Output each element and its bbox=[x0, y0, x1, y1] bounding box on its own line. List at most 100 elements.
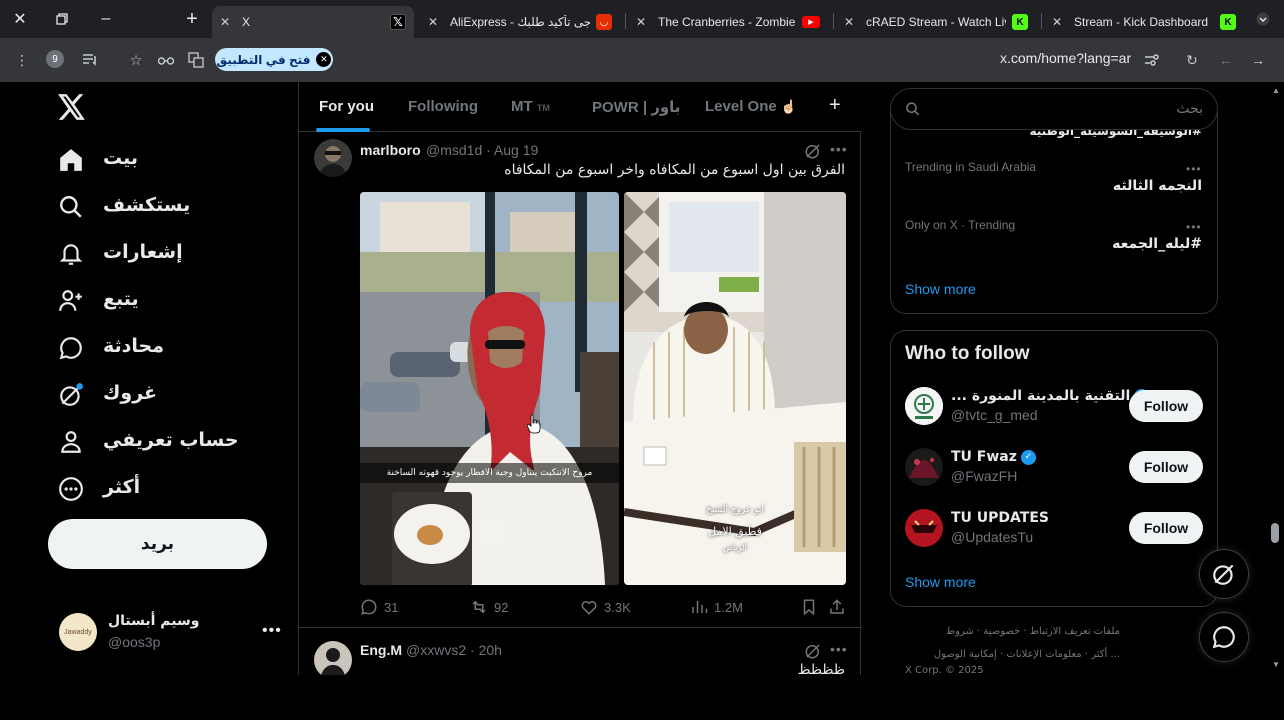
restore-window-icon[interactable] bbox=[42, 0, 82, 38]
more-dots-icon[interactable]: ••• bbox=[262, 622, 282, 640]
sidebar-item-label: محادثة bbox=[103, 335, 164, 357]
tweet-handle: @msd1d bbox=[426, 142, 483, 158]
open-in-app-button[interactable]: فتح في التطبيق ✕ bbox=[215, 48, 333, 71]
repost-button[interactable]: 92 bbox=[470, 598, 508, 616]
sidebar-item-label: حساب تعريفي bbox=[103, 429, 239, 451]
more-dots-icon[interactable]: ••• bbox=[830, 641, 848, 657]
more-dots-icon[interactable]: ••• bbox=[1186, 162, 1202, 176]
url-field[interactable]: x.com/home?lang=ar bbox=[1000, 50, 1131, 66]
tab-for-you[interactable]: For you bbox=[319, 98, 374, 115]
avatar[interactable] bbox=[905, 509, 943, 547]
sidebar-item-label: غروك bbox=[103, 382, 158, 404]
close-tab-icon[interactable]: ✕ bbox=[428, 15, 444, 29]
tweet-image[interactable]: ابو عروج الشيخ فطبق الامل الرياض bbox=[624, 192, 846, 585]
tab-youtube[interactable]: ✕ The Cranberries - Zombie - ▶ bbox=[628, 6, 828, 38]
grok-icon[interactable] bbox=[804, 642, 822, 660]
scroll-down-icon[interactable]: ▼ bbox=[1272, 660, 1280, 669]
bookmark-star-icon[interactable]: ☆ bbox=[124, 48, 148, 72]
account-name-text: TU Fwaz bbox=[951, 449, 1017, 465]
reading-list-icon[interactable] bbox=[78, 48, 102, 72]
share-icon[interactable] bbox=[828, 598, 846, 616]
search-input[interactable] bbox=[930, 101, 1203, 117]
grok-icon[interactable] bbox=[804, 142, 822, 160]
account-name[interactable]: TU Fwaz ✓ bbox=[951, 449, 1036, 465]
avatar[interactable] bbox=[905, 387, 943, 425]
forward-arrow-icon[interactable]: → bbox=[1246, 48, 1270, 72]
tweet-image[interactable]: مروح الانتكيت يتناول وجبة الافطار يوجود … bbox=[360, 192, 619, 585]
tab-mt[interactable]: MT TM bbox=[511, 98, 550, 115]
avatar[interactable] bbox=[314, 641, 352, 679]
scroll-up-icon[interactable]: ▲ bbox=[1272, 86, 1280, 95]
account-name[interactable]: TU UPDATES bbox=[951, 510, 1049, 526]
profile-name: وسيم أبستال bbox=[108, 613, 200, 629]
avatar[interactable] bbox=[905, 448, 943, 486]
close-tab-icon[interactable]: ✕ bbox=[636, 15, 652, 29]
footer-links-row-1[interactable]: ملفات تعريف الارتباط · خصوصية · شروط bbox=[905, 622, 1120, 642]
close-window-icon[interactable]: ✕ bbox=[0, 0, 40, 38]
pointing-up-emoji: ☝🏻 bbox=[780, 99, 798, 114]
translate-icon[interactable] bbox=[184, 48, 208, 72]
tab-kick-dashboard[interactable]: ✕ Stream - Kick Dashboard K bbox=[1044, 6, 1244, 38]
post-button[interactable]: بريد bbox=[48, 519, 267, 569]
chat-icon bbox=[1212, 626, 1235, 649]
bookmark-icon[interactable] bbox=[800, 598, 818, 616]
sidebar-item-label: يتبع bbox=[103, 288, 139, 310]
active-tab-indicator bbox=[316, 128, 370, 132]
show-more-link[interactable]: Show more bbox=[905, 281, 976, 297]
grok-fab-button[interactable] bbox=[1199, 549, 1249, 599]
tab-following[interactable]: Following bbox=[408, 98, 478, 115]
x-home-logo[interactable] bbox=[58, 94, 86, 122]
views-chart-icon bbox=[692, 601, 708, 613]
account-name[interactable]: ... التقنية بالمدينة المنورة✓ bbox=[951, 388, 1150, 404]
footer-links-row-2[interactable]: ... أكثر · معلومات الإعلانات · إمكانية ا… bbox=[905, 645, 1120, 665]
image-caption: ابو عروج الشيخ bbox=[706, 505, 764, 515]
close-tab-icon[interactable]: ✕ bbox=[1052, 15, 1068, 29]
tweet-author-name[interactable]: marlboro bbox=[360, 142, 421, 158]
close-tab-icon[interactable]: ✕ bbox=[220, 15, 236, 29]
search-icon bbox=[906, 102, 920, 116]
tab-level-one[interactable]: Level One ☝🏻 bbox=[705, 98, 797, 115]
scrollbar-thumb[interactable] bbox=[1271, 523, 1279, 543]
tab-powr[interactable]: POWR | باور bbox=[592, 98, 680, 116]
more-dots-icon[interactable]: ••• bbox=[1186, 220, 1202, 234]
reload-icon[interactable]: ↻ bbox=[1180, 48, 1204, 72]
main-feed: For you Following MT TM POWR | باور Leve… bbox=[298, 82, 862, 679]
trend-title[interactable]: #ليله_الجمعه bbox=[1112, 236, 1202, 252]
tab-aliexpress[interactable]: ✕ AliExpress - يرجى تأكيد طلبك ◡ bbox=[420, 6, 620, 38]
follow-button[interactable]: Follow bbox=[1129, 451, 1203, 483]
like-button[interactable]: 3.3K bbox=[580, 598, 631, 616]
tweet-time: 20h bbox=[478, 642, 502, 658]
close-tab-icon[interactable]: ✕ bbox=[844, 15, 860, 29]
tab-label: Level One bbox=[705, 98, 777, 115]
follow-button[interactable]: Follow bbox=[1129, 390, 1203, 422]
heart-icon bbox=[581, 601, 597, 615]
show-more-link[interactable]: Show more bbox=[905, 574, 976, 590]
tab-x[interactable]: ✕ X 𝕏 bbox=[212, 6, 414, 38]
site-settings-icon[interactable] bbox=[1140, 48, 1164, 72]
more-dots-icon[interactable]: ••• bbox=[830, 141, 848, 157]
search-bar[interactable] bbox=[890, 88, 1218, 130]
incognito-icon[interactable] bbox=[154, 48, 178, 72]
trend-title[interactable]: النجمه الثالثه bbox=[1113, 178, 1202, 194]
tab-title: cRAED Stream - Watch Live bbox=[866, 15, 1006, 29]
profile-handle: @oos3p bbox=[108, 634, 161, 650]
avatar[interactable] bbox=[314, 139, 352, 177]
minimize-window-icon[interactable]: – bbox=[86, 0, 126, 38]
messages-fab-button[interactable] bbox=[1199, 612, 1249, 662]
new-tab-icon[interactable]: + bbox=[172, 0, 212, 38]
open-in-app-label: فتح في التطبيق bbox=[216, 52, 311, 67]
views-button[interactable]: 1.2M bbox=[690, 598, 743, 616]
tab-separator bbox=[1041, 13, 1042, 29]
profile-count-badge[interactable]: 9 bbox=[46, 50, 64, 68]
scrollbar[interactable]: ▲ ▼ bbox=[1268, 82, 1284, 675]
menu-icon[interactable]: ⋮ bbox=[10, 48, 34, 72]
add-tab-icon[interactable]: + bbox=[829, 94, 841, 117]
account-name-text: TU UPDATES bbox=[951, 510, 1049, 526]
follow-button[interactable]: Follow bbox=[1129, 512, 1203, 544]
reply-button[interactable]: 31 bbox=[360, 598, 398, 616]
tab-kick-stream[interactable]: ✕ cRAED Stream - Watch Live K bbox=[836, 6, 1036, 38]
account-name-text: ... التقنية بالمدينة المنورة bbox=[951, 388, 1131, 404]
back-arrow-icon[interactable]: ← bbox=[1214, 48, 1238, 72]
tweet-author-name[interactable]: Eng.M bbox=[360, 642, 402, 658]
tab-search-icon[interactable] bbox=[1244, 0, 1282, 38]
